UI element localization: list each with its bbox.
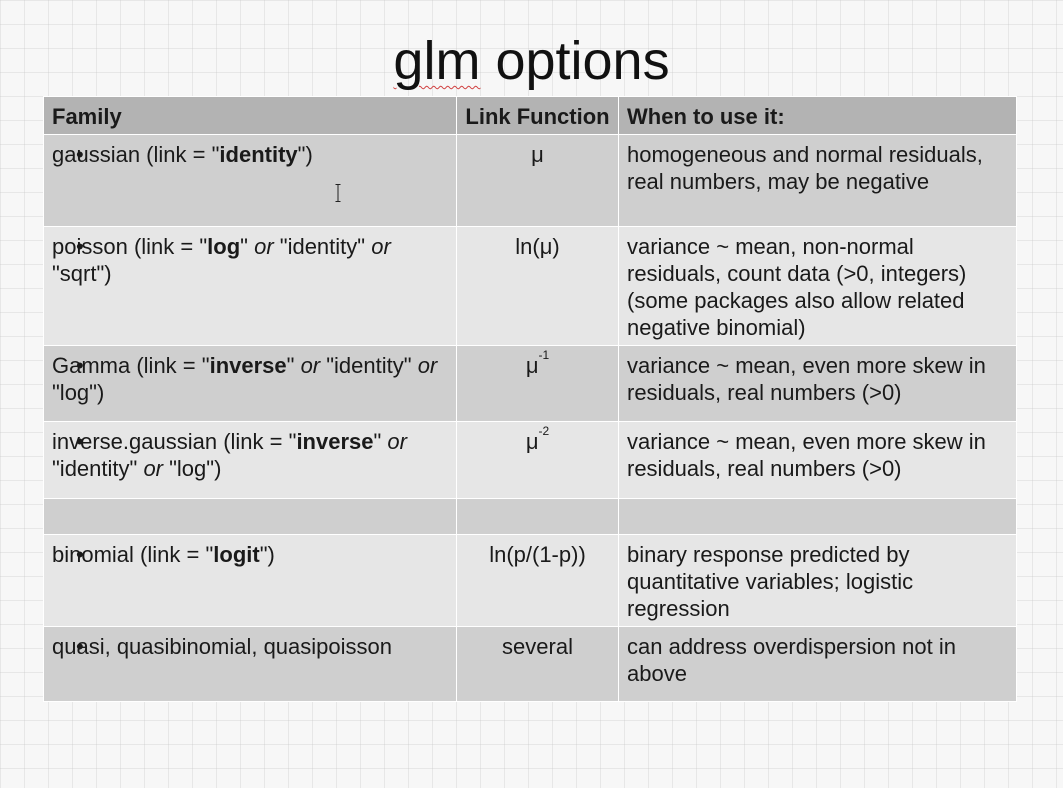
table-row: • quasi, quasibinomial, quasipoisson seve… (43, 626, 1017, 702)
empty-table-row (43, 498, 1017, 535)
bullet-icon: • (76, 142, 84, 167)
table-row: • gaussian (link = "identity") μ homogene… (43, 134, 1017, 227)
family-cell: • Gamma (link = "inverse" or "identity" o… (43, 345, 457, 422)
bullet-icon: • (76, 634, 84, 659)
family-cell: • binomial (link = "logit") (43, 534, 457, 627)
bullet-icon: • (76, 429, 84, 454)
table-header-row: Family Link Function When to use it: (43, 96, 1017, 135)
family-cell: • gaussian (link = "identity") (43, 134, 457, 227)
link-function-cell: several (456, 626, 619, 702)
bullet-icon: • (76, 234, 84, 259)
when-to-use-cell: variance ~ mean, non-normal residuals, c… (618, 226, 1017, 346)
when-to-use-cell: homogeneous and normal residuals, real n… (618, 134, 1017, 227)
family-cell: • inverse.gaussian (link = "inverse" or "… (43, 421, 457, 499)
when-to-use-cell: binary response predicted by quantitativ… (618, 534, 1017, 627)
link-function-cell: ln(μ) (456, 226, 619, 346)
link-function-cell: μ-2 (456, 421, 619, 499)
title-spellcheck-word: glm (393, 31, 481, 91)
family-cell: • poisson (link = "log" or "identity" or … (43, 226, 457, 346)
title-rest: options (480, 31, 670, 91)
family-cell: • quasi, quasibinomial, quasipoisson (43, 626, 457, 702)
header-family: Family (43, 96, 457, 135)
glm-options-table: Family Link Function When to use it: • ga… (43, 96, 1017, 702)
table-row: • Gamma (link = "inverse" or "identity" o… (43, 345, 1017, 422)
header-when-to-use: When to use it: (618, 96, 1017, 135)
when-to-use-cell: can address overdispersion not in above (618, 626, 1017, 702)
table-row: • inverse.gaussian (link = "inverse" or "… (43, 421, 1017, 499)
bullet-icon: • (76, 542, 84, 567)
header-link-function: Link Function (456, 96, 619, 135)
link-function-cell: ln(p/(1-p)) (456, 534, 619, 627)
table-row: • binomial (link = "logit") ln(p/(1-p)) b… (43, 534, 1017, 627)
link-function-cell: μ (456, 134, 619, 227)
when-to-use-cell: variance ~ mean, even more skew in resid… (618, 421, 1017, 499)
when-to-use-cell: variance ~ mean, even more skew in resid… (618, 345, 1017, 422)
link-function-cell: μ-1 (456, 345, 619, 422)
text-cursor-icon (335, 184, 341, 202)
slide-title: glm options (0, 28, 1063, 94)
table-row: • poisson (link = "log" or "identity" or … (43, 226, 1017, 346)
bullet-icon: • (76, 353, 84, 378)
